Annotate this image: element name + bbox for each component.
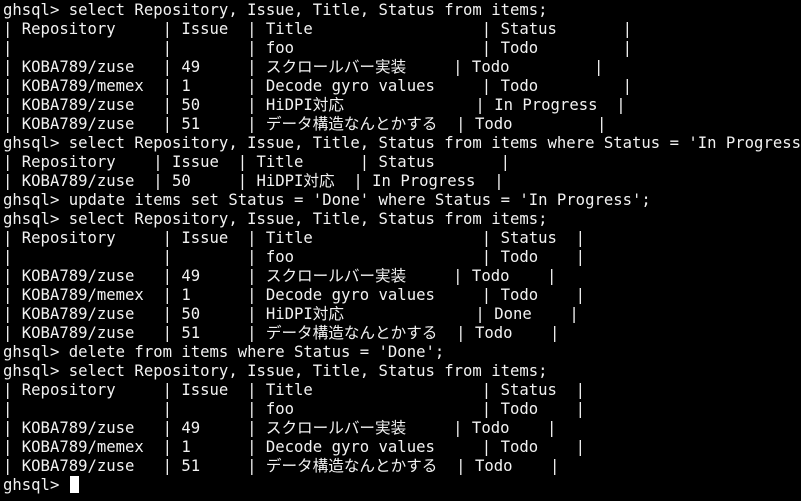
table-header-row: | Repository | Issue | Title | Status | [3,20,633,38]
table-row: | KOBA789/zuse | 50 | HiDPI対応 | Done | [3,305,579,323]
table-row: | KOBA789/zuse | 50 | HiDPI対応 | In Progr… [3,172,504,190]
terminal-line: ghsql> select Repository, Issue, Title, … [3,362,548,380]
table-row: | | | foo | Todo | [3,400,586,418]
table-row: | KOBA789/memex | 1 | Decode gyro values… [3,438,586,456]
terminal-line: ghsql> delete from items where Status = … [3,343,445,361]
table-row: | KOBA789/zuse | 50 | HiDPI対応 | In Progr… [3,96,626,114]
table-row: | KOBA789/zuse | 49 | スクロールバー実装 | Todo | [3,419,557,437]
prompt-label: ghsql> [3,476,69,494]
terminal-line: ghsql> select Repository, Issue, Title, … [3,1,548,19]
table-header-row: | Repository | Issue | Title | Status | [3,229,586,247]
table-row: | KOBA789/zuse | 49 | スクロールバー実装 | Todo | [3,267,557,285]
terminal-line: ghsql> select Repository, Issue, Title, … [3,134,801,152]
table-header-row: | Repository | Issue | Title | Status | [3,153,510,171]
table-row: | KOBA789/memex | 1 | Decode gyro values… [3,77,633,95]
prompt-line[interactable]: ghsql> [3,476,801,495]
terminal-window[interactable]: ghsql> select Repository, Issue, Title, … [0,0,801,501]
table-row: | KOBA789/memex | 1 | Decode gyro values… [3,286,586,304]
table-row: | | | foo | Todo | [3,248,586,266]
table-row: | | | foo | Todo | [3,39,633,57]
table-row: | KOBA789/zuse | 49 | スクロールバー実装 | Todo | [3,58,604,76]
table-header-row: | Repository | Issue | Title | Status | [3,381,586,399]
table-row: | KOBA789/zuse | 51 | データ構造なんとかする | Todo… [3,324,560,342]
text-cursor [69,476,79,493]
terminal-line: ghsql> update items set Status = 'Done' … [3,191,651,209]
terminal-line: ghsql> select Repository, Issue, Title, … [3,210,548,228]
table-row: | KOBA789/zuse | 51 | データ構造なんとかする | Todo… [3,115,607,133]
table-row: | KOBA789/zuse | 51 | データ構造なんとかする | Todo… [3,457,560,475]
